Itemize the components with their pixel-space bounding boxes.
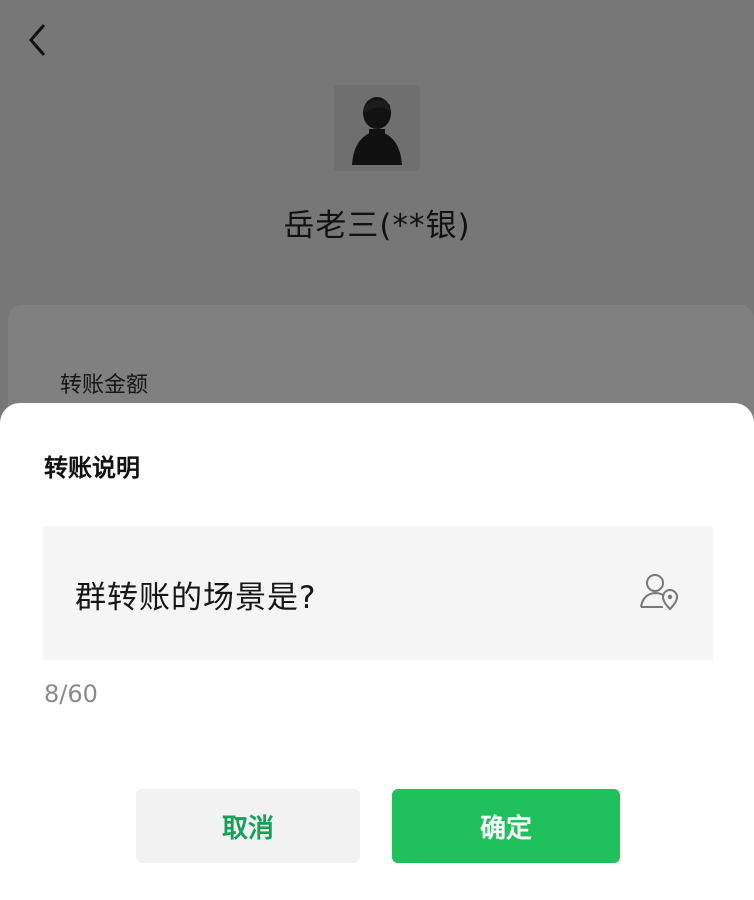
avatar bbox=[334, 85, 420, 171]
payee-name: 岳老三(**银) bbox=[283, 208, 471, 244]
note-input-value: 群转账的场景是? bbox=[75, 580, 317, 616]
contact-location-icon bbox=[640, 574, 679, 611]
cancel-button[interactable]: 取消 bbox=[136, 789, 360, 863]
chevron-left-icon bbox=[29, 24, 46, 56]
amount-label: 转账金额 bbox=[60, 373, 149, 398]
char-count: 8/60 bbox=[44, 680, 98, 708]
avatar-figure-icon bbox=[352, 97, 402, 165]
confirm-button[interactable]: 确定 bbox=[392, 789, 620, 863]
sheet-title: 转账说明 bbox=[44, 454, 140, 482]
note-input[interactable]: 群转账的场景是? bbox=[43, 526, 713, 660]
contact-location-button[interactable] bbox=[637, 570, 681, 614]
back-button[interactable] bbox=[18, 20, 58, 60]
